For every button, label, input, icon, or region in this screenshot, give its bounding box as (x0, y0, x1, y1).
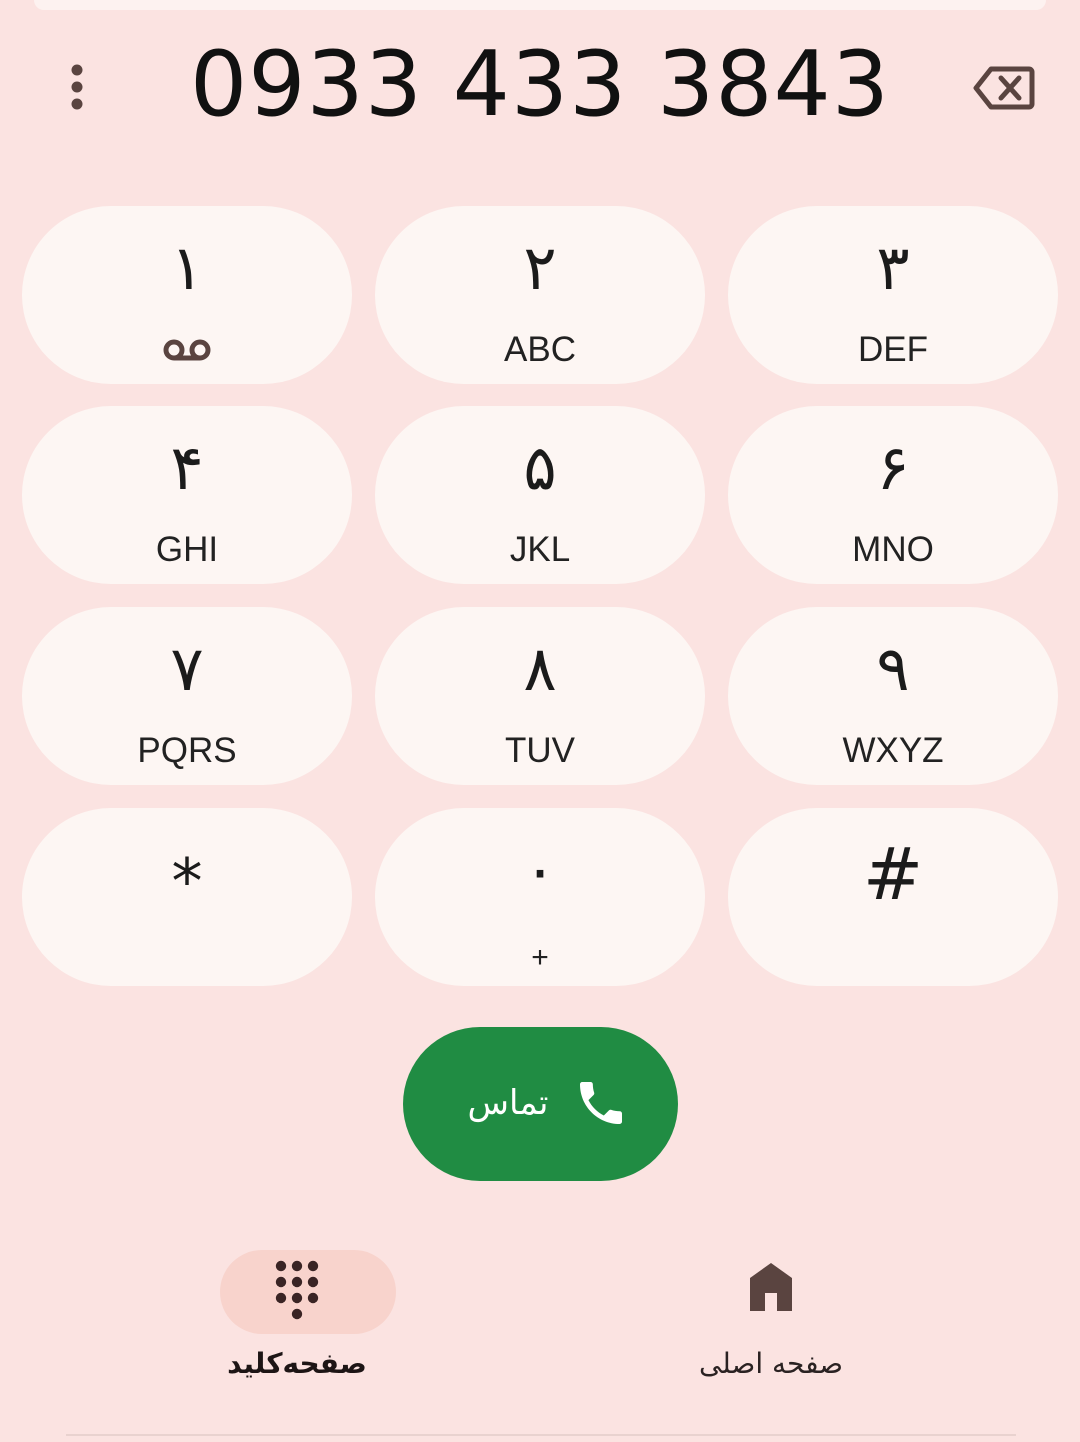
key-letters: PQRS (137, 731, 237, 770)
key-digit: ۱ (170, 231, 204, 304)
dialed-number[interactable]: 0933 433 3843 (140, 30, 940, 140)
home-icon (750, 1263, 792, 1311)
nav-keypad-label: صفحه‌کلید (227, 1347, 367, 1380)
key-digit: * (171, 845, 203, 918)
key-0[interactable]: ۰ + (375, 808, 705, 986)
call-label: تماس (467, 1083, 549, 1123)
bottom-divider (66, 1434, 1016, 1436)
key-plus: + (531, 941, 549, 974)
key-hash[interactable]: # (728, 808, 1058, 986)
nav-keypad[interactable]: صفحه‌کلید (177, 1240, 417, 1400)
key-letters: ABC (504, 330, 576, 369)
nav-home-label: صفحه اصلی (698, 1347, 844, 1380)
nav-home[interactable]: صفحه اصلی (651, 1240, 891, 1400)
key-digit: ۰ (523, 833, 557, 906)
key-8[interactable]: ۸ TUV (375, 607, 705, 785)
key-letters: WXYZ (842, 731, 944, 770)
key-digit: ۵ (523, 431, 557, 504)
key-2[interactable]: ۲ ABC (375, 206, 705, 384)
backspace-button[interactable] (962, 56, 1046, 120)
number-bar: 0933 433 3843 (0, 22, 1080, 152)
key-6[interactable]: ۶ MNO (728, 406, 1058, 584)
call-button[interactable]: تماس (403, 1027, 678, 1181)
key-digit: ۳ (876, 231, 910, 304)
voicemail-icon (163, 339, 211, 361)
more-options-button[interactable] (52, 52, 102, 122)
key-digit: ۹ (876, 632, 910, 705)
dialpad-icon (275, 1260, 319, 1320)
key-digit: # (862, 832, 924, 916)
key-9[interactable]: ۹ WXYZ (728, 607, 1058, 785)
key-letters: MNO (852, 530, 934, 569)
key-letters: JKL (509, 530, 571, 569)
key-star[interactable]: * (22, 808, 352, 986)
key-digit: ۷ (170, 632, 204, 705)
key-5[interactable]: ۵ JKL (375, 406, 705, 584)
nav-keypad-icon-wrap (177, 1260, 417, 1322)
bottom-navigation: صفحه‌کلید صفحه اصلی (0, 1240, 1080, 1442)
key-7[interactable]: ۷ PQRS (22, 607, 352, 785)
key-digit: ۲ (523, 231, 557, 304)
phone-icon (580, 1082, 622, 1124)
key-1[interactable]: ۱ (22, 206, 352, 384)
key-digit: ۴ (170, 431, 204, 504)
key-digit: ۶ (876, 431, 910, 504)
more-vert-icon (71, 64, 83, 110)
key-3[interactable]: ۳ DEF (728, 206, 1058, 384)
top-sheet-edge (34, 0, 1046, 10)
key-letters: GHI (155, 530, 219, 569)
key-4[interactable]: ۴ GHI (22, 406, 352, 584)
key-letters: DEF (858, 330, 928, 369)
key-letters: TUV (505, 731, 575, 770)
nav-home-icon-wrap (651, 1260, 891, 1314)
backspace-icon (973, 66, 1035, 110)
key-digit: ۸ (523, 632, 557, 705)
